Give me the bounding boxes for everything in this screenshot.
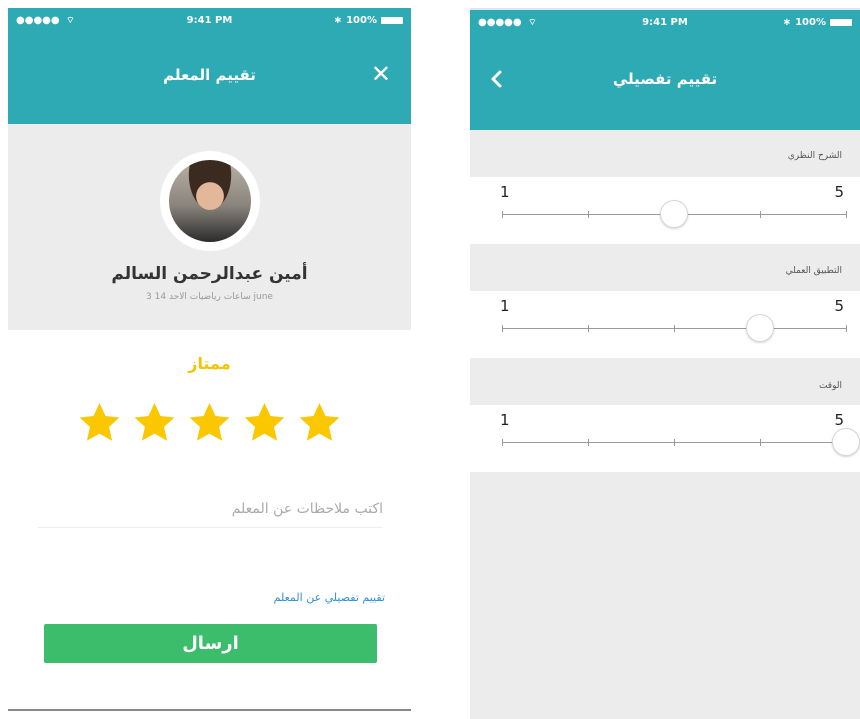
detailed-rating-screen: ●●●●● ⌔ 9:41 PM ∗ 100% تقييم تفصيلي الشر… (470, 8, 860, 719)
status-bar: ●●●●● ⌔ 9:41 PM ∗ 100% (470, 10, 860, 36)
slider-max-label: 5 (834, 183, 844, 201)
slider-card-practical: 1 5 (470, 291, 860, 358)
slider-tick (674, 439, 675, 446)
practical-slider[interactable] (502, 314, 847, 342)
header-bar: تقييم تفصيلي (470, 36, 860, 130)
battery-indicator: ∗ 100% (783, 17, 852, 28)
slider-thumb[interactable] (660, 200, 688, 228)
slider-max-label: 5 (834, 297, 844, 315)
slider-tick (588, 211, 589, 218)
time-slider[interactable] (502, 428, 860, 456)
slider-card-time: 1 5 (470, 405, 860, 472)
teacher-notes-input[interactable] (38, 490, 383, 528)
slider-tick (760, 211, 761, 218)
bluetooth-icon: ∗ (782, 17, 792, 28)
teacher-name: أمين عبدالرحمن السالم (111, 264, 308, 284)
section-label-theory: الشرح النظري (787, 151, 842, 161)
avatar-photo (169, 160, 251, 242)
lesson-details: 3 ساعات رياضيات الاحد 14 june (146, 292, 273, 302)
slider-card-theory: 1 5 (470, 177, 860, 244)
star-icon[interactable] (77, 400, 122, 445)
battery-indicator: ∗ 100% (334, 15, 403, 26)
teacher-rating-screen: ●●●●● ⌔ 9:41 PM ∗ 100% تقييم المعلم ✕ أم… (8, 8, 411, 711)
send-button[interactable]: ارسال (44, 624, 377, 663)
slider-tick (846, 325, 847, 332)
header-bar: تقييم المعلم ✕ (8, 34, 411, 124)
star-icon[interactable] (297, 400, 342, 445)
rating-label: ممتاز (188, 354, 231, 373)
slider-min-label: 1 (500, 183, 510, 201)
slider-tick (588, 325, 589, 332)
teacher-profile: أمين عبدالرحمن السالم 3 ساعات رياضيات ال… (8, 124, 411, 330)
slider-thumb[interactable] (746, 314, 774, 342)
theory-slider[interactable] (502, 200, 847, 228)
detailed-rating-link[interactable]: تقييم تفصيلي عن المعلم (274, 591, 385, 604)
slider-thumb[interactable] (832, 428, 860, 456)
star-icon[interactable] (187, 400, 232, 445)
battery-percent: 100% (346, 15, 377, 26)
page-title: تقييم المعلم (163, 66, 256, 84)
slider-min-label: 1 (500, 411, 510, 429)
page-title: تقييم تفصيلي (612, 70, 718, 88)
star-rating[interactable] (8, 400, 411, 445)
slider-tick (674, 325, 675, 332)
section-label-time: الوقت (818, 381, 842, 391)
slider-tick (502, 439, 503, 446)
bluetooth-icon: ∗ (333, 15, 343, 26)
battery-icon (381, 17, 403, 24)
battery-icon (830, 19, 852, 26)
section-label-practical: التطبيق العملي (785, 266, 842, 276)
slider-max-label: 5 (834, 411, 844, 429)
slider-tick (502, 211, 503, 218)
star-icon[interactable] (242, 400, 287, 445)
slider-tick (588, 439, 589, 446)
slider-min-label: 1 (500, 297, 510, 315)
slider-tick (760, 439, 761, 446)
battery-percent: 100% (795, 17, 826, 28)
slider-tick (502, 325, 503, 332)
star-icon[interactable] (132, 400, 177, 445)
status-bar: ●●●●● ⌔ 9:41 PM ∗ 100% (8, 8, 411, 34)
close-icon[interactable]: ✕ (371, 62, 391, 86)
slider-tick (846, 211, 847, 218)
avatar (160, 151, 260, 251)
